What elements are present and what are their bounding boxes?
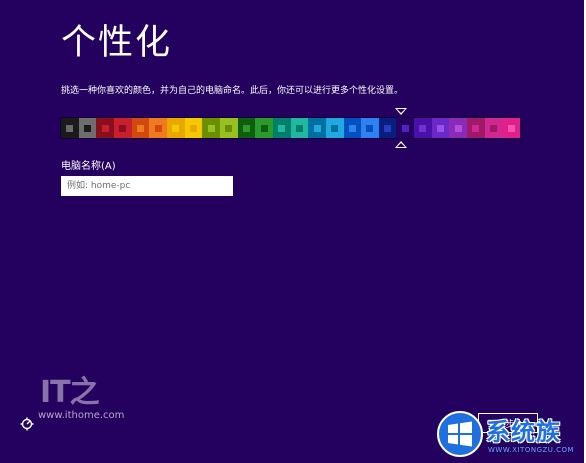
color-swatch[interactable]	[308, 118, 326, 138]
color-swatch[interactable]	[290, 118, 309, 138]
color-swatch[interactable]	[431, 118, 450, 138]
color-swatch[interactable]	[184, 118, 203, 138]
color-swatch[interactable]	[467, 118, 485, 138]
color-swatch[interactable]	[131, 118, 150, 138]
pc-name-input[interactable]	[61, 176, 233, 196]
pc-name-label: 电脑名称(A)	[61, 161, 116, 172]
color-swatch[interactable]	[202, 118, 220, 138]
color-swatch[interactable]	[61, 118, 79, 138]
xitongzu-watermark: 系统族 WWW.XITONGZU.COM	[436, 396, 586, 463]
color-swatch[interactable]	[272, 118, 291, 138]
color-swatch[interactable]	[149, 118, 167, 138]
color-swatch-dot	[384, 124, 392, 132]
color-swatch-dot	[437, 124, 445, 132]
color-swatch-dot	[507, 124, 515, 132]
color-swatch-dot	[154, 124, 162, 132]
color-swatch-dot	[207, 124, 215, 132]
color-swatch[interactable]	[378, 118, 397, 138]
windows-logo-icon	[436, 410, 484, 458]
ease-of-access-icon[interactable]	[20, 416, 34, 431]
color-swatch[interactable]	[396, 118, 415, 138]
page-title: 个性化	[61, 23, 173, 63]
page-description: 挑选一种你喜欢的颜色，并为自己的电脑命名。此后，你还可以进行更多个性化设置。	[61, 86, 404, 96]
selection-marker-top-icon	[395, 108, 407, 115]
xitongzu-url: WWW.XITONGZU.COM	[488, 446, 575, 454]
color-swatch[interactable]	[449, 118, 468, 138]
color-palette[interactable]	[60, 117, 521, 139]
color-swatch[interactable]	[237, 118, 256, 138]
color-swatch-dot	[225, 124, 233, 132]
color-swatch-dot	[366, 124, 374, 132]
color-swatch[interactable]	[484, 118, 503, 138]
color-swatch-dot	[348, 124, 356, 132]
color-swatch-dot	[419, 124, 427, 132]
color-swatch-dot	[490, 124, 498, 132]
color-swatch-dot	[295, 124, 303, 132]
color-swatch[interactable]	[361, 118, 379, 138]
color-swatch-dot	[119, 124, 127, 132]
color-swatch-dot	[278, 124, 286, 132]
color-swatch-dot	[83, 124, 91, 132]
color-swatch-dot	[172, 124, 180, 132]
xitongzu-name: 系统族	[486, 418, 561, 446]
color-swatch-dot	[101, 124, 109, 132]
color-swatch-dot	[66, 124, 74, 132]
color-swatch[interactable]	[343, 118, 362, 138]
color-swatch[interactable]	[113, 118, 132, 138]
color-swatch-dot	[454, 124, 462, 132]
color-swatch-dot	[136, 124, 144, 132]
color-swatch[interactable]	[219, 118, 238, 138]
color-swatch-dot	[242, 124, 250, 132]
ithome-watermark: IT之	[40, 375, 100, 410]
color-swatch[interactable]	[255, 118, 273, 138]
color-swatch[interactable]	[96, 118, 114, 138]
color-swatch[interactable]	[502, 118, 521, 138]
color-swatch[interactable]	[166, 118, 185, 138]
color-swatch-dot	[401, 124, 409, 132]
ithome-logo-text: IT之	[40, 375, 100, 410]
color-swatch[interactable]	[414, 118, 432, 138]
color-swatch-dot	[189, 124, 197, 132]
color-swatch-dot	[260, 124, 268, 132]
color-swatch-dot	[472, 124, 480, 132]
color-swatch-dot	[313, 124, 321, 132]
color-swatch[interactable]	[78, 118, 97, 138]
color-swatch[interactable]	[325, 118, 344, 138]
color-swatch-dot	[331, 124, 339, 132]
selection-marker-bottom-icon	[395, 141, 407, 148]
ithome-url: www.ithome.com	[38, 410, 125, 421]
